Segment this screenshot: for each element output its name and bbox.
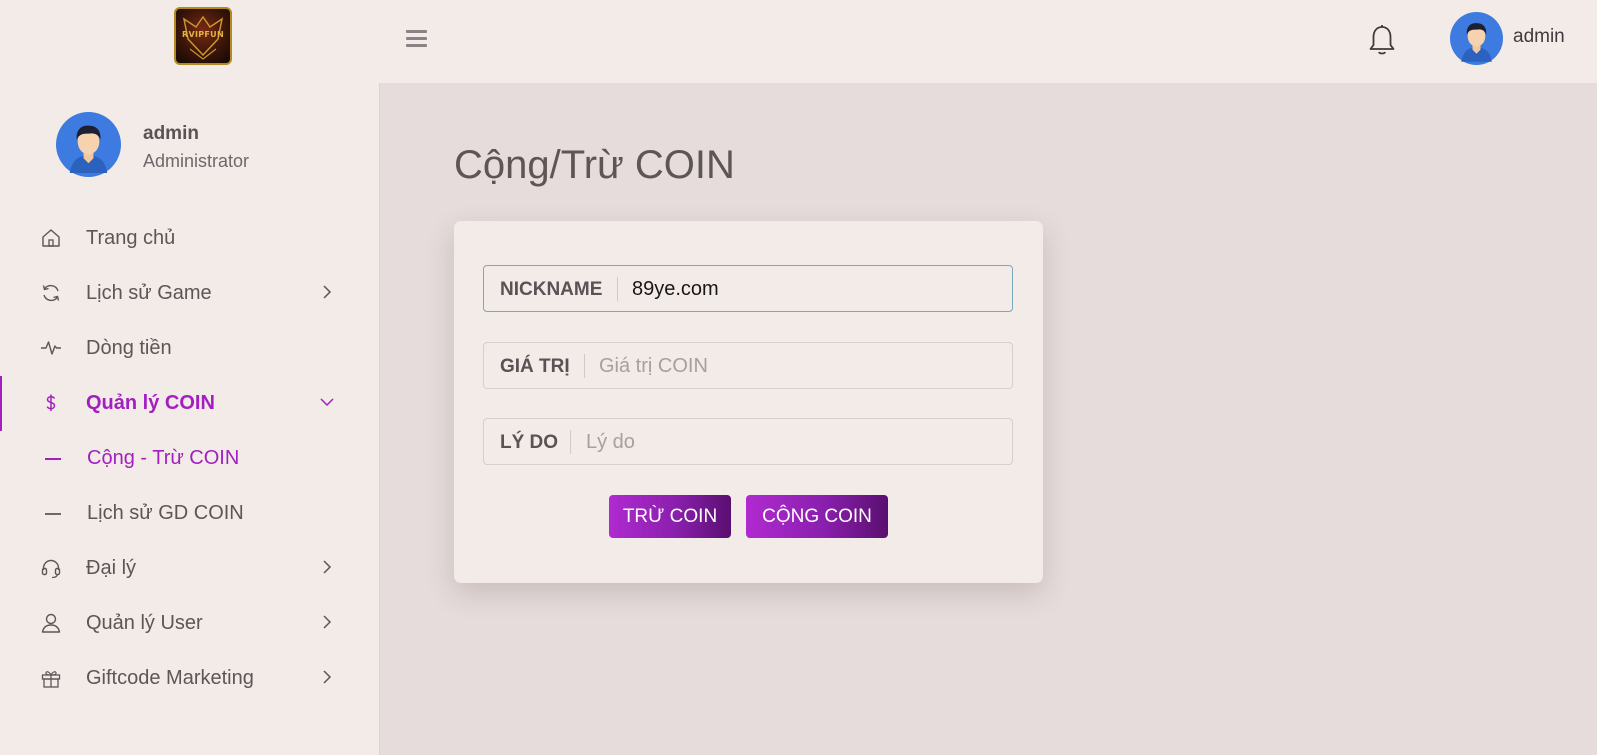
avatar[interactable] — [1450, 12, 1503, 65]
sidebar-item-home[interactable]: Trang chủ — [0, 211, 379, 266]
dash-icon — [45, 458, 61, 460]
reason-label: LÝ DO — [500, 432, 559, 453]
sidebar-item-label: Đại lý — [86, 557, 137, 579]
field-divider — [570, 430, 571, 454]
bell-icon[interactable] — [1368, 24, 1396, 56]
refresh-icon — [42, 284, 60, 302]
gift-icon — [41, 671, 61, 688]
chevron-down-icon — [320, 398, 334, 407]
sidebar-item-coin-management[interactable]: Quản lý COIN — [0, 376, 379, 431]
sidebar-item-label: Lịch sử Game — [86, 282, 212, 304]
chevron-right-icon — [323, 560, 332, 574]
subtract-coin-button[interactable]: TRỪ COIN — [609, 495, 731, 538]
amount-label: GIÁ TRỊ — [500, 356, 570, 377]
sidebar-subitem-add-subtract-coin[interactable]: Cộng - Trừ COIN — [0, 431, 379, 486]
sidebar-item-giftcode-marketing[interactable]: Giftcode Marketing — [0, 651, 379, 706]
sidebar-subitem-coin-transaction-history[interactable]: Lịch sử GD COIN — [0, 486, 379, 541]
sidebar-item-label: Quản lý COIN — [86, 392, 215, 414]
user-avatar-icon — [56, 112, 121, 177]
pulse-icon — [41, 341, 61, 355]
sidebar-item-label: Cộng - Trừ COIN — [87, 447, 240, 469]
sidebar-item-label: Dòng tiền — [86, 337, 172, 359]
brand-logo[interactable]: RVIPFUN — [174, 7, 232, 65]
chevron-right-icon — [323, 285, 332, 299]
dollar-icon — [46, 394, 56, 411]
profile-name: admin — [143, 123, 199, 144]
chevron-right-icon — [323, 615, 332, 629]
amount-field: GIÁ TRỊ — [483, 342, 1013, 389]
field-divider — [584, 354, 585, 378]
sidebar: admin Administrator Trang chủ Lịch sử Ga… — [0, 83, 380, 755]
user-icon — [41, 613, 61, 633]
sidebar-item-agents[interactable]: Đại lý — [0, 541, 379, 596]
sidebar-item-user-management[interactable]: Quản lý User — [0, 596, 379, 651]
sidebar-item-cashflow[interactable]: Dòng tiền — [0, 321, 379, 376]
nickname-field: NICKNAME — [483, 265, 1013, 312]
page-title: Cộng/Trừ COIN — [454, 143, 735, 187]
sidebar-item-label: Lịch sử GD COIN — [87, 502, 244, 524]
reason-input[interactable] — [586, 425, 997, 459]
top-bar: RVIPFUN admin — [0, 0, 1597, 83]
nickname-input[interactable] — [632, 272, 997, 306]
headset-icon — [41, 559, 61, 579]
sidebar-item-label: Trang chủ — [86, 227, 176, 249]
coin-adjust-form: NICKNAME GIÁ TRỊ LÝ DO TRỪ COIN CỘNG COI… — [454, 221, 1043, 583]
avatar — [56, 112, 121, 177]
field-divider — [617, 277, 618, 301]
home-icon — [42, 229, 60, 247]
header-username[interactable]: admin — [1513, 26, 1565, 48]
amount-input[interactable] — [599, 349, 997, 383]
add-coin-button[interactable]: CỘNG COIN — [746, 495, 888, 538]
hamburger-icon[interactable] — [406, 29, 428, 47]
profile-role: Administrator — [143, 151, 250, 171]
sidebar-item-game-history[interactable]: Lịch sử Game — [0, 266, 379, 321]
sidebar-item-label: Giftcode Marketing — [86, 667, 254, 689]
logo-text: RVIPFUN — [182, 30, 224, 39]
user-avatar-icon — [1450, 12, 1503, 65]
sidebar-item-label: Quản lý User — [86, 612, 203, 634]
chevron-right-icon — [323, 670, 332, 684]
reason-field: LÝ DO — [483, 418, 1013, 465]
dash-icon — [45, 513, 61, 515]
nickname-label: NICKNAME — [500, 279, 603, 300]
